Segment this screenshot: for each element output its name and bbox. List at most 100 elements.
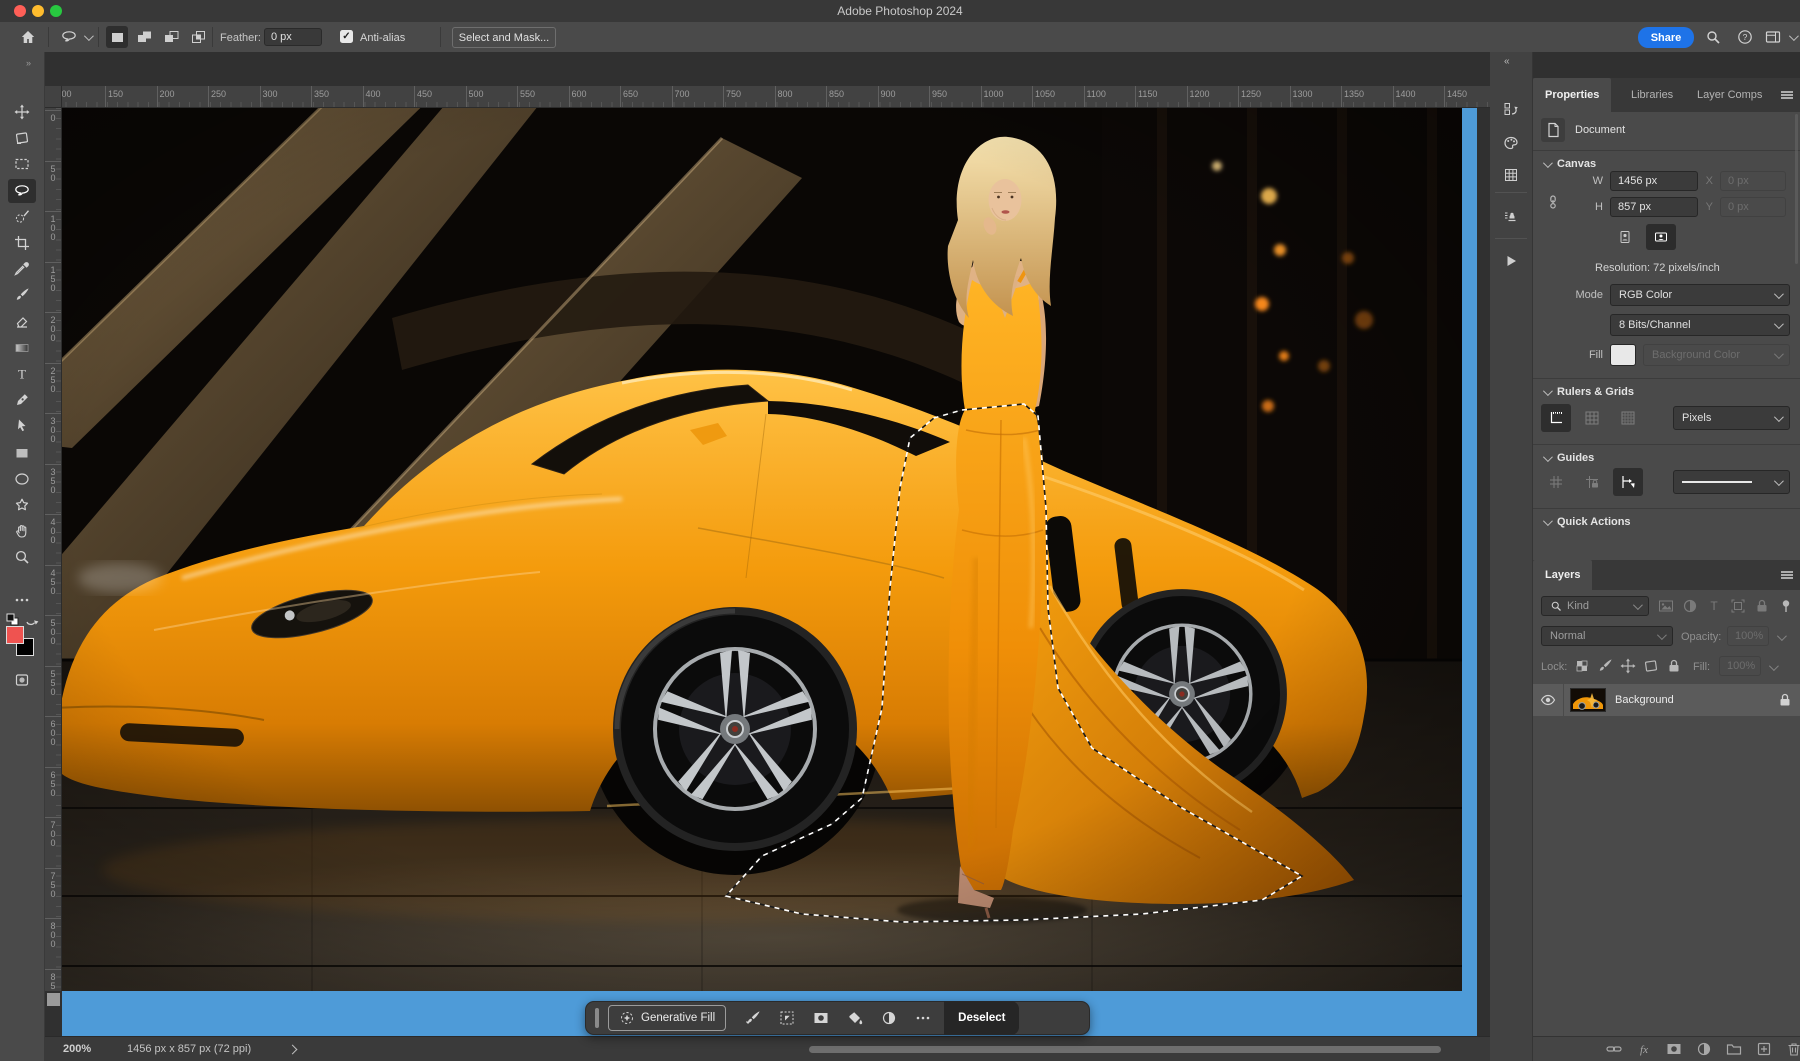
lock-artboard-icon[interactable]	[1640, 656, 1662, 676]
more-tools-icon[interactable]	[8, 588, 36, 612]
lock-pixels-icon[interactable]	[1594, 656, 1616, 676]
link-dimensions-icon[interactable]	[1545, 182, 1561, 222]
document-info[interactable]: 1456 px x 857 px (72 ppi)	[127, 1043, 251, 1055]
status-chevron-icon[interactable]	[288, 1045, 298, 1055]
pin-filter-icon[interactable]	[1775, 596, 1797, 616]
portrait-orientation-button[interactable]	[1610, 224, 1640, 250]
custom-shape-tool[interactable]	[8, 493, 36, 517]
intersect-selection-icon[interactable]	[187, 26, 209, 48]
workspace-chevron-icon[interactable]	[1789, 31, 1799, 41]
history-icon[interactable]	[1496, 96, 1526, 122]
guide-style-dropdown[interactable]	[1673, 470, 1790, 494]
workspace-icon[interactable]	[1764, 29, 1782, 45]
mask-selection-icon[interactable]	[804, 1006, 838, 1030]
panel-scrollbar[interactable]	[1795, 114, 1798, 264]
lock-all-icon[interactable]	[1663, 656, 1685, 676]
landscape-orientation-button[interactable]	[1646, 224, 1676, 250]
layer-lock-icon[interactable]	[1777, 692, 1793, 708]
subtract-from-selection-icon[interactable]	[160, 26, 182, 48]
tool-preset-chevron-icon[interactable]	[84, 31, 94, 41]
tool-presets-icon[interactable]	[1496, 204, 1526, 230]
type-filter-icon[interactable]: T	[1703, 596, 1725, 616]
layer-effects-icon[interactable]: fx	[1633, 1040, 1655, 1058]
share-button[interactable]: Share	[1638, 27, 1694, 48]
guides-toggle-icon[interactable]	[1541, 468, 1571, 496]
select-and-mask-button[interactable]: Select and Mask...	[452, 27, 556, 48]
width-input[interactable]: 1456 px	[1610, 171, 1698, 191]
swap-colors-icon[interactable]	[24, 612, 40, 628]
layer-visibility-icon[interactable]	[1533, 690, 1563, 710]
zoom-tool[interactable]	[8, 545, 36, 569]
brush-selection-icon[interactable]	[736, 1006, 770, 1030]
panel-menu-icon[interactable]	[1779, 87, 1795, 103]
help-icon[interactable]: ?	[1736, 29, 1754, 45]
anti-alias-checkbox[interactable]: ✓	[340, 30, 353, 43]
quick-actions-section-header[interactable]: Quick Actions	[1543, 516, 1631, 528]
color-mode-dropdown[interactable]: RGB Color	[1610, 284, 1790, 306]
artboard-tool[interactable]	[8, 126, 36, 150]
bit-depth-dropdown[interactable]: 8 Bits/Channel	[1610, 314, 1790, 336]
type-tool[interactable]: T	[8, 362, 36, 386]
eyedropper-tool[interactable]	[8, 257, 36, 281]
more-options-icon[interactable]	[906, 1006, 940, 1030]
new-selection-icon[interactable]	[106, 26, 128, 48]
selection-brush-tool[interactable]	[8, 205, 36, 229]
image-filter-icon[interactable]	[1655, 596, 1677, 616]
color-palette-icon[interactable]	[1496, 130, 1526, 156]
smart-object-filter-icon[interactable]	[1751, 596, 1773, 616]
taskbar-drag-handle[interactable]	[595, 1008, 599, 1028]
marquee-tool[interactable]	[8, 152, 36, 176]
search-icon[interactable]	[1704, 29, 1722, 45]
height-input[interactable]: 857 px	[1610, 197, 1698, 217]
eraser-tool[interactable]	[8, 310, 36, 334]
pixel-grid-toggle-icon[interactable]	[1613, 404, 1643, 432]
feather-input[interactable]: 0 px	[264, 28, 322, 46]
fill-swatch[interactable]	[1610, 344, 1636, 366]
canvas-image[interactable]	[62, 108, 1462, 991]
deselect-button[interactable]: Deselect	[944, 1001, 1019, 1035]
lock-transparency-icon[interactable]	[1571, 656, 1593, 676]
canvas-corner-widget[interactable]	[47, 993, 60, 1006]
layer-mask-icon[interactable]	[1663, 1040, 1685, 1058]
grid-toggle-icon[interactable]	[1577, 404, 1607, 432]
ellipse-tool[interactable]	[8, 467, 36, 491]
canvas-viewport[interactable]	[62, 108, 1462, 991]
brush-tool[interactable]	[8, 283, 36, 307]
adjust-selection-icon[interactable]	[872, 1006, 906, 1030]
move-tool[interactable]	[8, 100, 36, 124]
layers-menu-icon[interactable]	[1779, 567, 1795, 583]
tab-layers[interactable]: Layers	[1533, 560, 1592, 590]
rulers-grids-section-header[interactable]: Rulers & Grids	[1543, 386, 1634, 398]
crop-tool[interactable]	[8, 231, 36, 255]
ruler-corner[interactable]	[45, 86, 62, 108]
lock-position-icon[interactable]	[1617, 656, 1639, 676]
rectangle-tool[interactable]	[8, 441, 36, 465]
vertical-ruler[interactable]: 0501001502002503003504004505005506006507…	[45, 108, 62, 991]
pattern-grid-icon[interactable]	[1496, 162, 1526, 188]
lock-guides-toggle-icon[interactable]	[1577, 468, 1607, 496]
lasso-tool[interactable]	[8, 179, 36, 203]
rulers-toggle-icon[interactable]	[1541, 404, 1571, 432]
new-layer-icon[interactable]	[1753, 1040, 1775, 1058]
horizontal-scrollbar[interactable]	[809, 1046, 1441, 1053]
zoom-level[interactable]: 200%	[63, 1043, 91, 1055]
guides-section-header[interactable]: Guides	[1543, 452, 1594, 464]
canvas-section-header[interactable]: Canvas	[1543, 158, 1596, 170]
horizontal-ruler[interactable]: 1001502002503003504004505005506006507007…	[45, 86, 1490, 108]
tab-libraries[interactable]: Libraries	[1619, 78, 1685, 112]
tab-properties[interactable]: Properties	[1533, 78, 1611, 112]
collapse-panels-icon[interactable]: «	[1504, 56, 1510, 67]
collapse-toolbar-icon[interactable]: »	[26, 58, 31, 68]
foreground-color-swatch[interactable]	[6, 626, 24, 644]
shape-filter-icon[interactable]	[1727, 596, 1749, 616]
home-icon[interactable]	[18, 29, 38, 45]
tab-layer-comps[interactable]: Layer Comps	[1685, 78, 1774, 112]
fill-selection-icon[interactable]	[838, 1006, 872, 1030]
smart-guides-toggle-icon[interactable]	[1613, 468, 1643, 496]
vertical-scrollbar[interactable]	[1462, 108, 1477, 1036]
lasso-tool-icon[interactable]	[58, 29, 80, 45]
gradient-tool[interactable]	[8, 336, 36, 360]
layer-filter-dropdown[interactable]: Kind	[1541, 596, 1649, 616]
ruler-units-dropdown[interactable]: Pixels	[1673, 406, 1790, 430]
adjustment-layer-icon[interactable]	[1693, 1040, 1715, 1058]
